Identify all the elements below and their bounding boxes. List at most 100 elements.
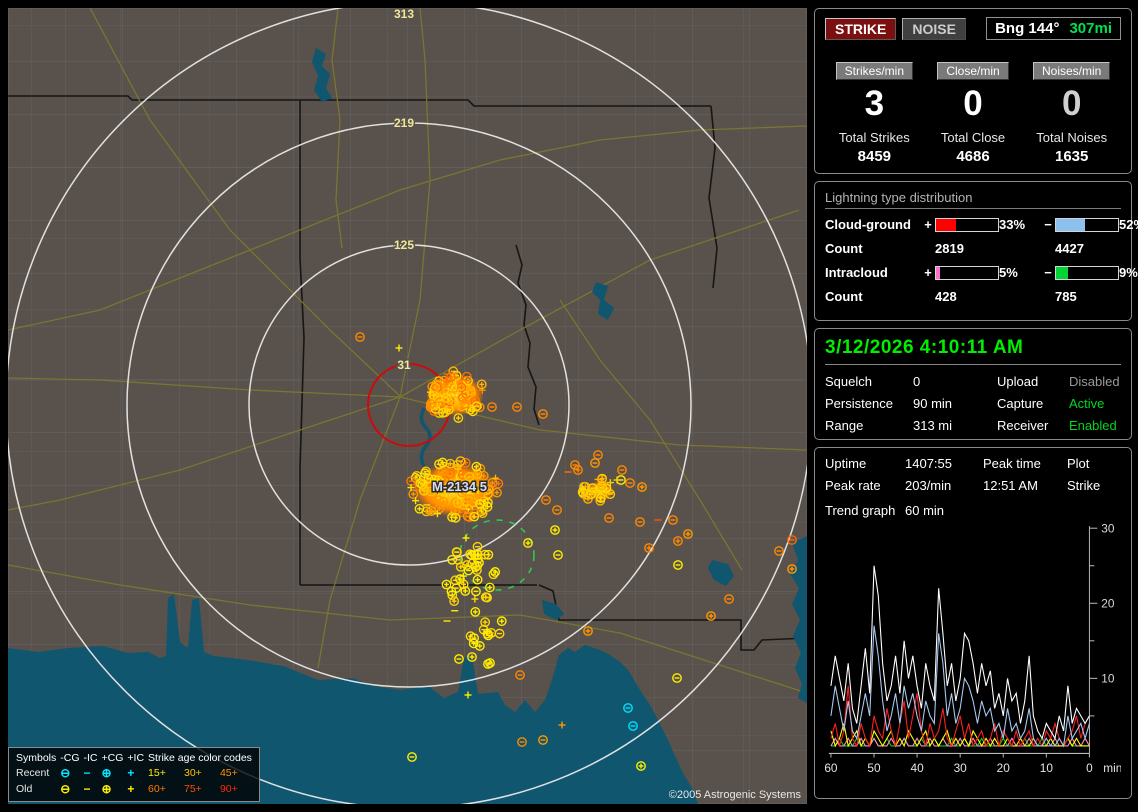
age-90: 90+ <box>219 783 238 795</box>
distribution-title: Lightning type distribution <box>825 190 1121 209</box>
capture-label: Capture <box>997 396 1044 411</box>
lightning-map[interactable]: 313 219 125 31 M-2134 5 Symbols -CG -IC … <box>8 8 807 804</box>
total-close-label: Total Close <box>940 130 1006 146</box>
bearing-readout: Bng 144° 307mi <box>986 17 1121 40</box>
minus-sign: − <box>1044 217 1052 232</box>
close-per-min-badge[interactable]: Close/min <box>937 62 1009 80</box>
cg-count-label: Count <box>825 241 863 256</box>
svg-text:20: 20 <box>997 761 1010 775</box>
plus-sign: + <box>924 265 932 280</box>
old-pic-icon: + <box>127 782 135 796</box>
noise-mode-button[interactable]: NOISE <box>902 17 966 40</box>
ic-plus-bar <box>935 265 999 280</box>
peak-time-label: Peak time <box>983 456 1041 471</box>
cg-minus-count: 4427 <box>1055 241 1084 256</box>
map-legend: Symbols -CG -IC +CG +IC Strike age color… <box>8 747 260 802</box>
ic-minus-count: 785 <box>1055 289 1077 304</box>
upload-value: Disabled <box>1069 374 1120 389</box>
cg-plus-pct: 33% <box>999 217 1026 232</box>
svg-text:10: 10 <box>1040 761 1053 775</box>
range-value: 313 mi <box>913 418 953 433</box>
strike-mode-button[interactable]: STRIKE <box>825 17 897 40</box>
sidebar: STRIKE NOISE Bng 144° 307mi Strikes/min 3… <box>814 8 1138 806</box>
svg-text:0: 0 <box>1086 761 1093 775</box>
legend-col-pcg: +CG <box>101 752 124 764</box>
ic-plus-pct: 5% <box>999 265 1018 280</box>
ring-label-125: 125 <box>394 238 414 252</box>
persistence-label: Persistence <box>825 396 893 411</box>
old-nic-icon: − <box>83 782 91 796</box>
age-60: 60+ <box>148 783 166 795</box>
datetime-display: 3/12/2026 4:10:11 AM <box>825 337 1121 365</box>
cg-minus-pct: 52% <box>1119 217 1138 232</box>
legend-symbols-title: Symbols <box>16 752 57 764</box>
recent-nic-icon: − <box>83 766 91 780</box>
capture-value: Active <box>1069 396 1105 411</box>
distance-value: 307mi <box>1069 20 1112 37</box>
cg-plus-count: 2819 <box>935 241 964 256</box>
age-30: 30+ <box>184 767 202 779</box>
old-ncg-icon: ⊖ <box>60 782 71 796</box>
noises-per-min-badge[interactable]: Noises/min <box>1033 62 1111 80</box>
ic-plus-count: 428 <box>935 289 957 304</box>
intracloud-label: Intracloud <box>825 265 888 280</box>
svg-text:20: 20 <box>1101 596 1114 610</box>
ring-label-219: 219 <box>394 116 414 130</box>
legend-recent-label: Recent <box>16 767 50 779</box>
noises-per-min-value: 0 <box>1061 84 1082 123</box>
panel-trend: Uptime 1407:55 Peak time Plot Peak rate … <box>814 447 1132 799</box>
svg-text:40: 40 <box>911 761 924 775</box>
ic-minus-pct: 9% <box>1119 265 1138 280</box>
peak-rate-value: 203/min <box>905 478 952 493</box>
total-strikes-value: 8459 <box>857 148 892 166</box>
legend-age-title: Strike age color codes <box>148 752 252 764</box>
ring-label-31: 31 <box>397 358 411 372</box>
total-noises-label: Total Noises <box>1036 130 1108 146</box>
ic-count-label: Count <box>825 289 863 304</box>
trend-graph: 10 20 30 60 50 40 30 20 10 0 min <box>824 520 1122 778</box>
recent-pcg-icon: ⊕ <box>101 766 112 780</box>
panel-distribution: Lightning type distribution Cloud-ground… <box>814 181 1138 321</box>
trend-graph-label: Trend graph <box>825 503 896 518</box>
noises-counter: Noises/min 0 Total Noises 1635 <box>1022 62 1121 165</box>
cg-plus-bar <box>935 217 999 232</box>
legend-col-ncg: -CG <box>60 752 80 764</box>
storm-cell-label: M-2134 5 <box>432 479 487 494</box>
trend-window-value: 60 min <box>905 503 945 518</box>
minus-sign: − <box>1044 265 1052 280</box>
uptime-value: 1407:55 <box>905 456 952 471</box>
plot-value: Strike <box>1067 478 1101 493</box>
ring-label-313: 313 <box>394 8 414 21</box>
bearing-value: Bng 144° <box>995 20 1060 37</box>
recent-pic-icon: + <box>127 766 135 780</box>
cg-minus-bar <box>1055 217 1119 232</box>
svg-text:min: min <box>1103 761 1121 775</box>
svg-text:10: 10 <box>1101 671 1114 685</box>
strikes-counter: Strikes/min 3 Total Strikes 8459 <box>825 62 924 165</box>
plus-sign: + <box>924 217 932 232</box>
panel-counters: STRIKE NOISE Bng 144° 307mi Strikes/min 3… <box>814 8 1132 174</box>
receiver-label: Receiver <box>997 418 1049 433</box>
svg-text:60: 60 <box>825 761 838 775</box>
age-45: 45+ <box>219 767 238 779</box>
legend-old-label: Old <box>16 783 33 795</box>
total-noises-value: 1635 <box>1054 148 1089 166</box>
cloud-ground-label: Cloud-ground <box>825 217 911 232</box>
copyright-text: ©2005 Astrogenic Systems <box>668 789 801 801</box>
map-canvas: 313 219 125 31 M-2134 5 <box>8 8 807 804</box>
squelch-label: Squelch <box>825 374 872 389</box>
close-per-min-value: 0 <box>963 84 983 123</box>
age-75: 75+ <box>184 783 202 795</box>
recent-ncg-icon: ⊖ <box>60 766 71 780</box>
upload-label: Upload <box>997 374 1039 389</box>
plot-label: Plot <box>1067 456 1090 471</box>
ic-minus-bar <box>1055 265 1119 280</box>
uptime-label: Uptime <box>825 456 867 471</box>
range-label: Range <box>825 418 864 433</box>
receiver-value: Enabled <box>1069 418 1117 433</box>
strikes-per-min-value: 3 <box>864 84 885 123</box>
panel-status: 3/12/2026 4:10:11 AM Squelch 0 Upload Di… <box>814 328 1132 440</box>
close-counter: Close/min 0 Total Close 4686 <box>924 62 1023 165</box>
strikes-per-min-badge[interactable]: Strikes/min <box>835 62 913 80</box>
peak-time-value: 12:51 AM <box>983 478 1038 493</box>
